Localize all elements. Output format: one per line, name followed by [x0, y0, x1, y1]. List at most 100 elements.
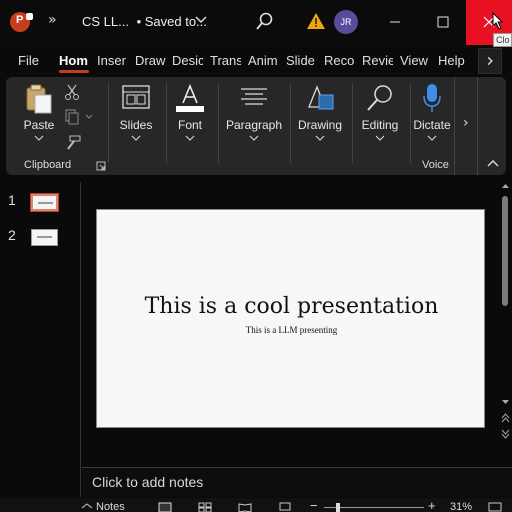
document-title[interactable]: CS LL... • Saved to...: [82, 14, 207, 29]
drawing-label: Drawing: [297, 118, 342, 132]
tab-transitions[interactable]: Trans: [210, 48, 241, 74]
current-slide[interactable]: This is a cool presentation This is a LL…: [96, 209, 485, 428]
shapes-icon: [308, 85, 334, 110]
slide-number: 2: [8, 227, 16, 243]
scrollbar-thumb[interactable]: [502, 196, 508, 306]
tab-view[interactable]: View: [400, 48, 431, 74]
drawing-button[interactable]: Drawing: [294, 83, 346, 141]
vertical-scrollbar[interactable]: [499, 182, 512, 445]
paste-label: Paste: [23, 118, 55, 132]
slide-sorter-icon[interactable]: [198, 502, 212, 512]
slideshow-icon[interactable]: [278, 502, 292, 512]
format-painter-icon[interactable]: [64, 135, 82, 151]
collapse-ribbon-icon[interactable]: [486, 157, 500, 169]
font-button[interactable]: Font: [170, 83, 210, 141]
chevron-down-icon: [315, 135, 325, 141]
tab-draw[interactable]: Draw: [135, 48, 166, 74]
warning-icon[interactable]: [306, 11, 326, 31]
zoom-in-button[interactable]: +: [428, 498, 436, 512]
maximize-button[interactable]: [420, 0, 466, 45]
minimize-button[interactable]: [372, 0, 418, 45]
app-logo-letter: P: [16, 14, 24, 26]
ribbon-scroll-right-button[interactable]: ›: [454, 77, 478, 175]
notes-icon[interactable]: [80, 502, 94, 512]
chevron-down-icon[interactable]: [194, 12, 208, 26]
slide-title[interactable]: This is a cool presentation: [97, 294, 486, 319]
slides-button[interactable]: Slides: [114, 83, 158, 141]
ribbon-separator: [108, 83, 109, 163]
ribbon-separator: [410, 83, 411, 163]
zoom-level[interactable]: 31%: [450, 501, 472, 512]
ribbon-tabs: File Hom Inser Draw Desic Trans Anim Sli…: [0, 48, 512, 74]
tab-file[interactable]: File: [18, 48, 42, 74]
normal-view-icon[interactable]: [158, 502, 172, 512]
document-name: CS LL...: [82, 14, 129, 29]
editing-button[interactable]: Editing: [356, 83, 404, 141]
scroll-up-icon[interactable]: [501, 182, 510, 190]
paragraph-align-icon: [241, 88, 267, 105]
quick-access-more-button[interactable]: »: [48, 12, 57, 28]
mouse-cursor-icon: [492, 12, 504, 30]
find-icon: [367, 85, 392, 111]
paragraph-button[interactable]: Paragraph: [222, 83, 286, 141]
user-avatar[interactable]: JR: [334, 10, 358, 34]
dictate-label: Dictate: [413, 118, 451, 132]
chevron-down-icon: [427, 135, 437, 141]
notes-toggle[interactable]: Notes: [96, 501, 125, 512]
clipboard-icon: [26, 84, 52, 114]
tab-design[interactable]: Desic: [172, 48, 203, 74]
clipboard-group-label: Clipboard: [24, 159, 72, 171]
next-slide-icon[interactable]: [501, 428, 510, 440]
slides-label: Slides: [119, 118, 153, 132]
paragraph-label: Paragraph: [225, 118, 283, 132]
notes-pane[interactable]: Click to add notes: [82, 467, 512, 497]
powerpoint-logo-icon[interactable]: P: [10, 12, 33, 32]
fit-to-window-icon[interactable]: [488, 502, 502, 512]
zoom-slider-thumb[interactable]: [336, 503, 340, 512]
autosave-dot-icon: [26, 13, 33, 20]
status-bar: Notes − + 31%: [0, 498, 512, 512]
copy-icon[interactable]: [64, 109, 96, 125]
tab-animations[interactable]: Anim: [248, 48, 279, 74]
slide-number: 1: [8, 192, 16, 208]
slide-subtitle[interactable]: This is a LLM presenting: [97, 325, 486, 335]
close-tooltip: Clo: [493, 33, 512, 47]
dictate-button[interactable]: Dictate: [412, 83, 452, 141]
chevron-down-icon: [375, 135, 385, 141]
previous-slide-icon[interactable]: [501, 412, 510, 424]
cut-icon[interactable]: [64, 83, 80, 101]
ribbon-separator: [352, 83, 353, 163]
ribbon-separator: [218, 83, 219, 163]
tabs-scroll-right-button[interactable]: [478, 48, 502, 74]
slide-thumbnail-2[interactable]: [31, 229, 58, 246]
tab-slide-show[interactable]: Slide: [286, 48, 317, 74]
dialog-launcher-icon[interactable]: [96, 161, 106, 171]
voice-group-label: Voice: [422, 159, 449, 171]
scroll-down-icon[interactable]: [501, 398, 510, 406]
reading-view-icon[interactable]: [238, 502, 252, 512]
slide-thumbnail-1[interactable]: [31, 194, 58, 211]
chevron-right-icon: ›: [463, 115, 469, 131]
zoom-out-button[interactable]: −: [310, 498, 318, 512]
tab-help[interactable]: Help: [438, 48, 469, 74]
microphone-icon: [423, 84, 441, 112]
slides-layout-icon: [122, 85, 150, 109]
font-label: Font: [177, 118, 202, 132]
ribbon: Paste Clipboard Slides Font Paragraph Dr…: [6, 77, 506, 175]
paste-button[interactable]: Paste: [20, 83, 58, 141]
slide-thumbnail-panel: 1 2: [0, 182, 80, 497]
tab-record[interactable]: Reco: [324, 48, 355, 74]
search-icon[interactable]: [252, 10, 276, 34]
editing-label: Editing: [361, 118, 399, 132]
font-color-icon: [176, 83, 204, 112]
chevron-down-icon: [185, 135, 195, 141]
tab-insert[interactable]: Inser: [97, 48, 127, 74]
title-bar: P » CS LL... • Saved to... JR Clo: [0, 0, 512, 47]
tab-review[interactable]: Revie: [362, 48, 393, 74]
panel-divider[interactable]: [80, 182, 81, 497]
ribbon-separator: [166, 83, 167, 163]
notes-placeholder[interactable]: Click to add notes: [92, 474, 203, 490]
tab-home[interactable]: Hom: [59, 48, 91, 74]
chevron-down-icon[interactable]: [34, 135, 44, 141]
chevron-down-icon: [249, 135, 259, 141]
